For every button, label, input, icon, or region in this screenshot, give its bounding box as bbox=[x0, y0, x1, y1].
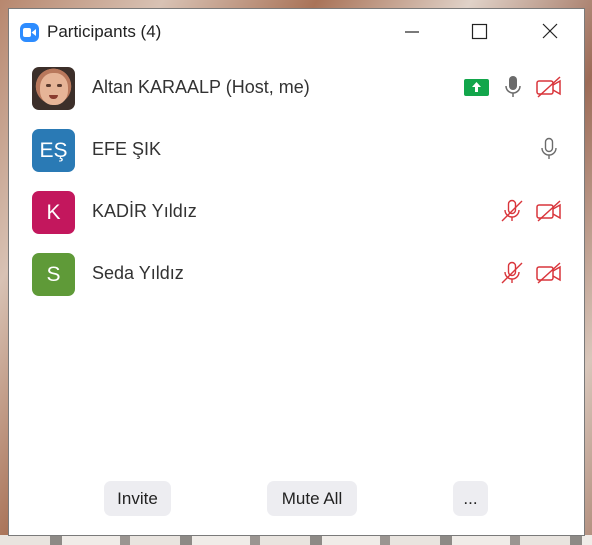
avatar: S bbox=[32, 253, 75, 296]
participant-row-kadir[interactable]: K KADİR Yıldız bbox=[9, 184, 584, 246]
avatar bbox=[32, 67, 75, 110]
microphone-icon[interactable] bbox=[504, 75, 522, 99]
close-button[interactable] bbox=[538, 21, 562, 43]
maximize-icon bbox=[471, 23, 488, 40]
desktop-taskbar-strip bbox=[0, 535, 592, 545]
participant-row-altan[interactable]: Altan KARAALP (Host, me) bbox=[9, 60, 584, 122]
avatar: K bbox=[32, 191, 75, 234]
participant-name: EFE ŞIK bbox=[92, 139, 162, 159]
minimize-button[interactable] bbox=[401, 21, 425, 43]
participant-name: Altan KARAALP (Host, me) bbox=[92, 77, 310, 97]
more-options-button[interactable]: ... bbox=[453, 481, 488, 516]
share-screen-icon bbox=[464, 79, 489, 96]
footer-toolbar: Invite Mute All ... bbox=[9, 481, 584, 521]
maximize-button[interactable] bbox=[468, 21, 492, 43]
invite-button[interactable]: Invite bbox=[104, 481, 171, 516]
video-off-icon[interactable] bbox=[535, 199, 563, 223]
avatar-initials: S bbox=[46, 263, 61, 286]
microphone-icon[interactable] bbox=[540, 137, 558, 161]
close-icon bbox=[542, 23, 558, 39]
participant-row-seda[interactable]: S Seda Yıldız bbox=[9, 246, 584, 308]
video-off-icon[interactable] bbox=[535, 261, 563, 285]
participant-row-efe[interactable]: EŞ EFE ŞIK bbox=[9, 122, 584, 184]
participants-window: Participants (4) Altan KARAALP (Host, me… bbox=[8, 8, 585, 536]
avatar-initials: K bbox=[46, 201, 61, 224]
video-off-icon[interactable] bbox=[535, 75, 563, 99]
avatar: EŞ bbox=[32, 129, 75, 172]
zoom-camera-icon bbox=[20, 23, 39, 42]
mute-all-button[interactable]: Mute All bbox=[267, 481, 357, 516]
avatar-initials: EŞ bbox=[39, 139, 68, 162]
minimize-icon bbox=[405, 31, 419, 33]
participant-name: Seda Yıldız bbox=[92, 263, 184, 283]
microphone-muted-icon[interactable] bbox=[500, 199, 524, 223]
title-bar[interactable]: Participants (4) bbox=[9, 9, 584, 55]
participant-name: KADİR Yıldız bbox=[92, 201, 197, 221]
microphone-muted-icon[interactable] bbox=[500, 261, 524, 285]
window-title: Participants (4) bbox=[47, 22, 162, 41]
